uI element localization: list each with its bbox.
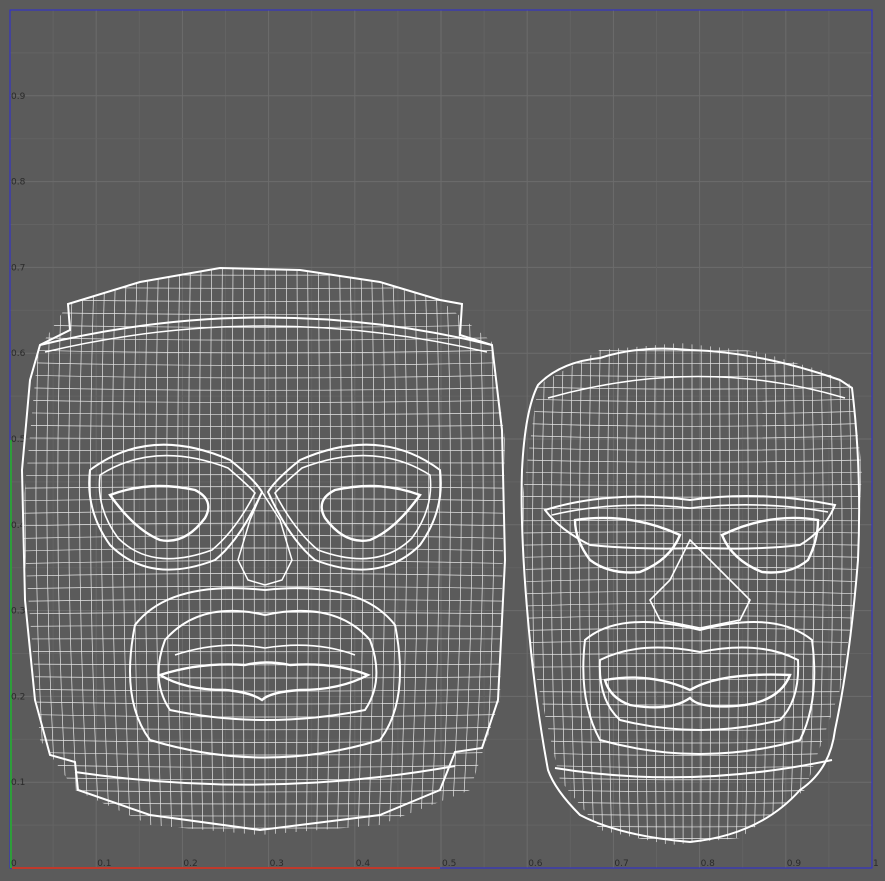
mesh-edge bbox=[607, 343, 613, 845]
mesh-edge bbox=[305, 268, 309, 835]
u-tick-label: 1 bbox=[873, 859, 879, 869]
mesh-edge bbox=[626, 343, 631, 845]
u-tick-label: 0.7 bbox=[614, 859, 628, 869]
v-tick-label: 0.7 bbox=[11, 263, 25, 273]
mesh-edge bbox=[569, 343, 577, 845]
v-tick-label: 0.8 bbox=[11, 178, 26, 188]
mesh-edge bbox=[771, 343, 777, 845]
v-tick-label: 0.5 bbox=[11, 435, 25, 445]
u-tick-label: 0.1 bbox=[97, 859, 111, 869]
mesh-edge bbox=[221, 268, 225, 835]
mesh-edge bbox=[35, 268, 49, 835]
mesh-edge bbox=[274, 268, 277, 835]
v-tick-label: 0.2 bbox=[11, 692, 25, 702]
uv-grid bbox=[9, 9, 873, 869]
v-tick-label: 0.1 bbox=[11, 778, 25, 788]
uv-editor-viewport[interactable]: 0 0.1 0.2 0.3 0.4 0.5 0.6 0.7 0.8 0.9 1 0.1 0.2 0.3 0… bbox=[0, 0, 885, 881]
mesh-edge bbox=[188, 268, 194, 835]
mesh-edge bbox=[522, 343, 524, 845]
mesh-edge bbox=[789, 343, 796, 845]
u-tick-label: 0.9 bbox=[787, 859, 802, 869]
v-tick-label: 0.3 bbox=[11, 607, 25, 617]
mesh-edge bbox=[798, 343, 805, 845]
mesh-edge bbox=[851, 343, 862, 845]
mesh-edge bbox=[177, 268, 183, 835]
mesh-edge bbox=[672, 343, 675, 845]
v-tick-labels: 0.10.20.30.40.50.60.70.80.9 bbox=[11, 92, 26, 788]
v-tick-label: 0.6 bbox=[11, 349, 26, 359]
mesh-edge bbox=[860, 343, 862, 845]
mesh-edge bbox=[709, 343, 712, 845]
mesh-edge bbox=[550, 343, 560, 845]
mesh-edge bbox=[144, 268, 152, 835]
u-tick-label: 0.6 bbox=[528, 859, 543, 869]
mesh-edge bbox=[378, 268, 386, 835]
mesh-edge bbox=[347, 268, 353, 835]
mesh-edge bbox=[532, 343, 542, 845]
u-tick-label: 0.3 bbox=[270, 859, 284, 869]
small-mask-shell[interactable] bbox=[514, 338, 870, 850]
u-tick-label: 0.4 bbox=[356, 859, 371, 869]
mesh-edge bbox=[842, 343, 852, 845]
u-tick-label: 0.5 bbox=[442, 859, 456, 869]
mesh-edge bbox=[398, 268, 408, 835]
mesh-edge bbox=[295, 268, 299, 835]
u-tick-label: 0.8 bbox=[701, 859, 716, 869]
mesh-edge bbox=[833, 343, 843, 845]
mesh-edge bbox=[122, 268, 132, 835]
mesh-edge bbox=[718, 343, 721, 845]
v-tick-label: 0.9 bbox=[11, 92, 26, 102]
mesh-edge bbox=[560, 343, 568, 845]
mesh-edge bbox=[253, 268, 256, 835]
mesh-edge bbox=[644, 343, 648, 845]
mesh-edge bbox=[336, 268, 342, 835]
mesh-edge bbox=[419, 268, 429, 835]
mesh-edge bbox=[231, 268, 235, 835]
mesh-edge bbox=[285, 268, 288, 835]
mesh-edge bbox=[101, 268, 111, 835]
mesh-edge bbox=[579, 343, 586, 845]
mesh-edge bbox=[780, 343, 787, 845]
u-tick-label: 0 bbox=[11, 859, 17, 869]
mesh-edge bbox=[616, 343, 622, 845]
mesh-edge bbox=[727, 343, 730, 845]
mesh-edge bbox=[762, 343, 768, 845]
mesh-edge bbox=[155, 268, 163, 835]
mesh-edge bbox=[357, 268, 364, 835]
mesh-edge bbox=[367, 268, 375, 835]
mesh-edge bbox=[635, 343, 640, 845]
mesh-edge bbox=[242, 268, 245, 835]
u-tick-label: 0.2 bbox=[183, 859, 197, 869]
mesh-edge bbox=[166, 268, 173, 835]
mesh-edge bbox=[807, 343, 815, 845]
mesh-edge bbox=[663, 343, 666, 845]
